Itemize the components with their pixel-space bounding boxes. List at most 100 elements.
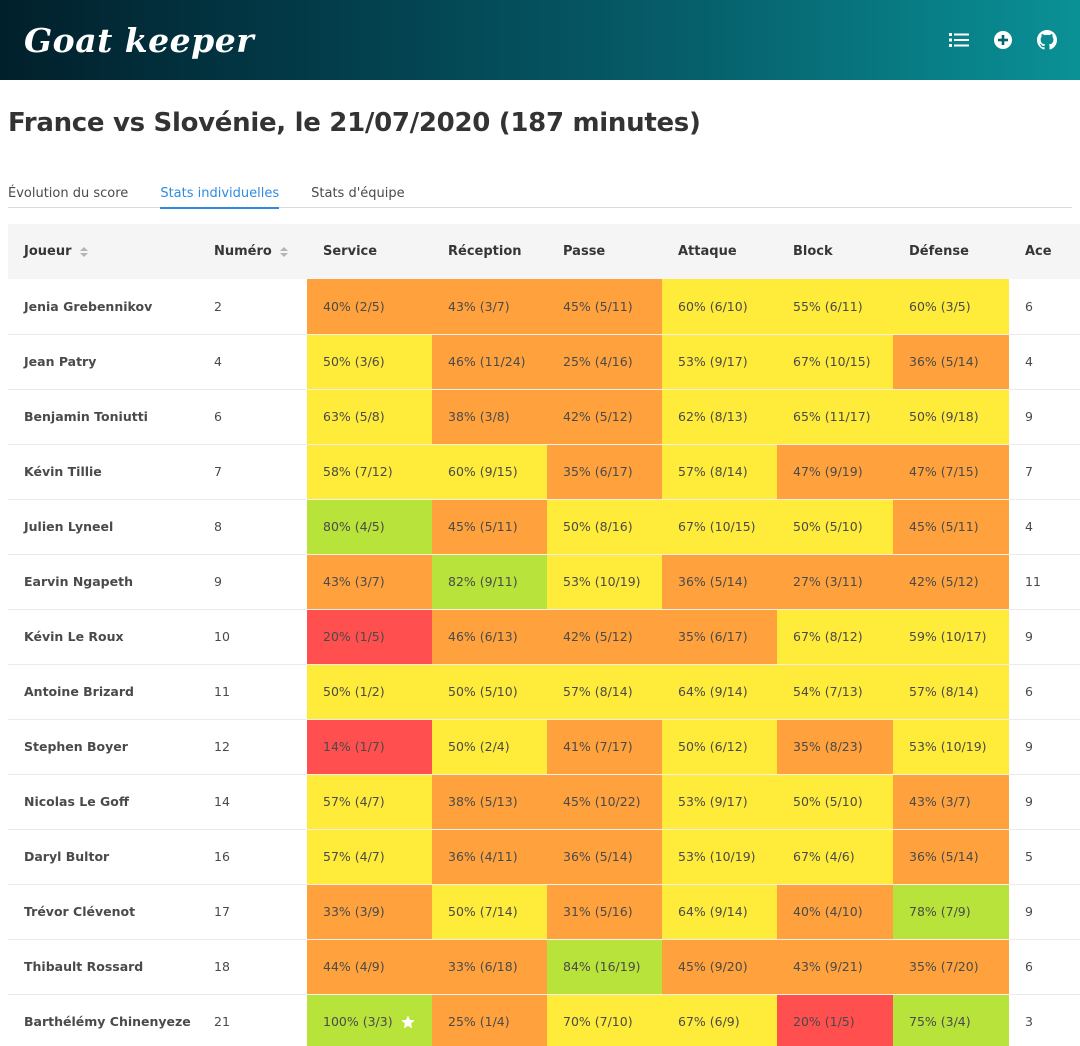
stat-value: 46% (11/24) — [448, 354, 526, 369]
player-number: 16 — [198, 829, 307, 885]
stat-cell-attack: 53% (9/17) — [662, 774, 777, 830]
table-row: Kévin Tillie 7 58% (7/12) 60% (9/15) 35% (6/… — [8, 444, 1080, 500]
ace-value: 4 — [1009, 499, 1080, 555]
stat-cell-service: 100% (3/3) — [307, 994, 432, 1046]
stat-value: 35% (6/17) — [563, 464, 633, 479]
navbar: Goat keeper — [0, 0, 1080, 80]
player-name: Daryl Bultor — [8, 829, 198, 885]
stat-cell-attack: 50% (6/12) — [662, 719, 777, 775]
stat-cell-attack: 53% (10/19) — [662, 829, 777, 885]
player-number: 18 — [198, 939, 307, 995]
stat-cell-attack: 53% (9/17) — [662, 334, 777, 390]
header-block: Block — [793, 244, 833, 259]
stat-cell-service: 20% (1/5) — [307, 609, 432, 665]
stat-value: 43% (3/7) — [448, 298, 510, 314]
player-name: Thibault Rossard — [8, 939, 198, 995]
stat-value: 70% (7/10) — [563, 1014, 633, 1029]
stat-cell-service: 14% (1/7) — [307, 719, 432, 775]
stat-value: 27% (3/11) — [793, 574, 863, 589]
stat-cell-defense: 42% (5/12) — [893, 554, 1009, 610]
stat-value: 60% (6/10) — [678, 298, 748, 314]
stat-cell-pass: 31% (5/16) — [547, 884, 662, 940]
stat-cell-attack: 62% (8/13) — [662, 389, 777, 445]
stat-cell-service: 50% (1/2) — [307, 664, 432, 720]
header-player[interactable]: Joueur — [8, 224, 198, 279]
stat-value: 45% (5/11) — [563, 298, 633, 314]
ace-value: 9 — [1009, 609, 1080, 665]
stat-value: 50% (9/18) — [909, 409, 979, 424]
stat-cell-defense: 57% (8/14) — [893, 664, 1009, 720]
stat-value: 40% (4/10) — [793, 904, 863, 919]
ace-value: 11 — [1009, 554, 1080, 610]
player-name: Trévor Clévenot — [8, 884, 198, 940]
stat-cell-reception: 45% (5/11) — [432, 499, 547, 555]
player-number: 4 — [198, 334, 307, 390]
stat-value: 67% (8/12) — [793, 629, 863, 644]
stat-value: 31% (5/16) — [563, 904, 633, 919]
stat-value: 62% (8/13) — [678, 409, 748, 424]
player-number: 10 — [198, 609, 307, 665]
stats-table-container: Joueur Numéro Service Réception Passe At… — [8, 224, 1080, 1046]
stat-value: 36% (5/14) — [563, 849, 633, 864]
stat-cell-pass: 70% (7/10) — [547, 994, 662, 1046]
stat-value: 36% (5/14) — [909, 849, 979, 864]
brand-logo[interactable]: Goat keeper — [24, 21, 254, 60]
stat-value: 50% (3/6) — [323, 354, 385, 369]
stat-value: 50% (8/16) — [563, 519, 633, 534]
stat-value: 33% (6/18) — [448, 959, 518, 974]
stat-value: 60% (9/15) — [448, 464, 518, 479]
header-pass: Passe — [563, 244, 606, 259]
stat-cell-service: 57% (4/7) — [307, 774, 432, 830]
tab-score-evolution[interactable]: Évolution du score — [8, 164, 128, 208]
ace-value: 4 — [1009, 334, 1080, 390]
table-header-row: Joueur Numéro Service Réception Passe At… — [8, 224, 1080, 279]
ace-value: 7 — [1009, 444, 1080, 500]
stat-value: 100% (3/3) — [323, 1014, 393, 1029]
stat-cell-pass: 50% (8/16) — [547, 499, 662, 555]
github-icon[interactable] — [1036, 29, 1058, 51]
tab-individual-stats[interactable]: Stats individuelles — [160, 164, 279, 209]
add-circle-icon[interactable] — [992, 29, 1014, 51]
navbar-icons — [948, 29, 1058, 51]
stat-cell-defense: 60% (3/5) — [893, 279, 1009, 335]
stat-cell-pass: 41% (7/17) — [547, 719, 662, 775]
stat-value: 64% (9/14) — [678, 904, 748, 919]
stat-cell-block: 27% (3/11) — [777, 554, 893, 610]
stat-cell-pass: 42% (5/12) — [547, 609, 662, 665]
sort-icon[interactable] — [279, 246, 289, 257]
stat-value: 60% (3/5) — [909, 298, 971, 314]
stat-value: 57% (4/7) — [323, 794, 385, 809]
stat-cell-defense: 59% (10/17) — [893, 609, 1009, 665]
stat-value: 43% (9/21) — [793, 959, 863, 974]
stat-value: 55% (6/11) — [793, 298, 863, 314]
stat-cell-attack: 67% (10/15) — [662, 499, 777, 555]
stat-value: 36% (5/14) — [678, 574, 748, 589]
stat-cell-reception: 50% (2/4) — [432, 719, 547, 775]
stat-value: 75% (3/4) — [909, 1014, 971, 1029]
stat-value: 50% (1/2) — [323, 684, 385, 699]
stat-value: 25% (1/4) — [448, 1014, 510, 1029]
stats-table-body: Jenia Grebennikov 2 40% (2/5) 43% (3/7) 45% … — [8, 279, 1080, 1046]
player-name: Benjamin Toniutti — [8, 389, 198, 445]
table-row: Thibault Rossard 18 44% (4/9) 33% (6/18) 84%… — [8, 939, 1080, 995]
tab-team-stats[interactable]: Stats d'équipe — [311, 164, 405, 208]
player-name: Jenia Grebennikov — [8, 279, 198, 335]
stat-cell-attack: 36% (5/14) — [662, 554, 777, 610]
stat-value: 78% (7/9) — [909, 904, 971, 919]
stat-cell-service: 58% (7/12) — [307, 444, 432, 500]
stat-value: 67% (6/9) — [678, 1014, 740, 1029]
table-row: Jean Patry 4 50% (3/6) 46% (11/24) 25% (4/16… — [8, 334, 1080, 390]
player-number: 12 — [198, 719, 307, 775]
player-name: Antoine Brizard — [8, 664, 198, 720]
stat-value: 45% (10/22) — [563, 794, 641, 809]
header-number[interactable]: Numéro — [198, 224, 307, 279]
list-icon[interactable] — [948, 29, 970, 51]
stat-value: 53% (10/19) — [563, 574, 641, 589]
stat-cell-block: 54% (7/13) — [777, 664, 893, 720]
table-row: Barthélémy Chinenyeze 21 100% (3/3) 25% (1/… — [8, 994, 1080, 1046]
table-row: Antoine Brizard 11 50% (1/2) 50% (5/10) 57% … — [8, 664, 1080, 720]
sort-icon[interactable] — [79, 246, 89, 257]
stat-cell-defense: 50% (9/18) — [893, 389, 1009, 445]
stat-value: 47% (7/15) — [909, 464, 979, 479]
stat-cell-block: 47% (9/19) — [777, 444, 893, 500]
